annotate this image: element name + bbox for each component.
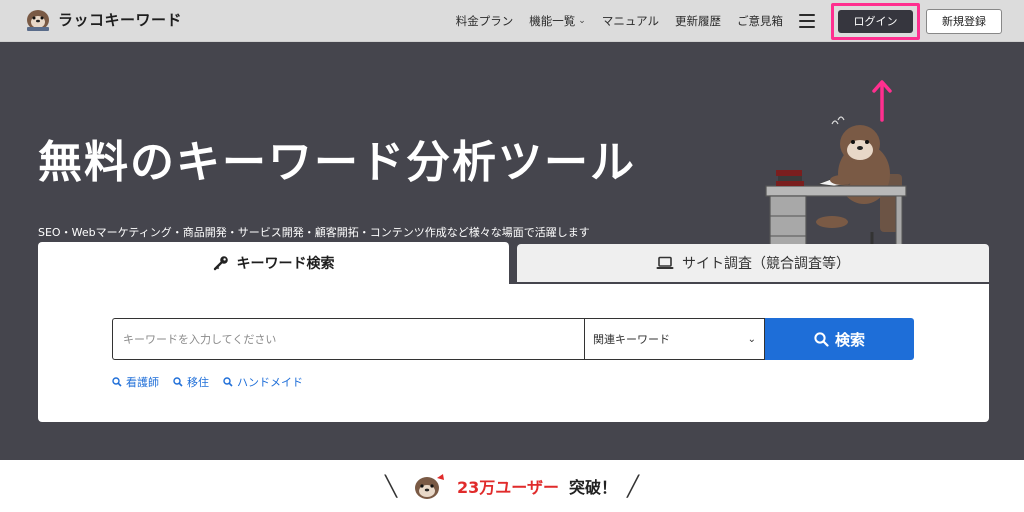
users-suffix: 突破！ (568, 478, 617, 497)
logo-text: ラッコキーワード (58, 10, 183, 29)
nav-feedback-label: ご意見箱 (737, 14, 783, 28)
suggestion-label: 移住 (187, 376, 209, 389)
login-button[interactable]: ログイン (838, 9, 913, 33)
site-logo[interactable]: ラッコキーワード (24, 6, 182, 32)
key-icon (213, 256, 228, 271)
otter-logo-icon (27, 10, 49, 31)
search-card: 関連キーワード ⌄ 検索 看護師 移住 ハンドメイド (38, 284, 989, 422)
nav-changelog-label: 更新履歴 (675, 14, 721, 28)
site-header: ラッコキーワード 料金プラン 機能一覧 ⌄ マニュアル 更新履歴 ご意見箱 ログイ… (0, 0, 1024, 42)
hamburger-menu-icon[interactable] (799, 14, 815, 28)
nav-feedback[interactable]: ご意見箱 (737, 13, 783, 29)
suggestion-label: 看護師 (126, 376, 159, 389)
search-icon (223, 377, 233, 387)
header-nav: 料金プラン 機能一覧 ⌄ マニュアル 更新履歴 ご意見箱 ログイン 新規登録 (440, 0, 1024, 42)
suggestion-link[interactable]: ハンドメイド (223, 374, 303, 390)
suggestion-label: ハンドメイド (237, 376, 303, 389)
suggestion-link[interactable]: 移住 (173, 374, 209, 390)
search-form: 関連キーワード ⌄ 検索 (112, 318, 914, 360)
otter-logo-icon (415, 474, 445, 499)
nav-changelog[interactable]: 更新履歴 (675, 13, 721, 29)
search-button[interactable]: 検索 (765, 318, 914, 360)
nav-manual[interactable]: マニュアル (602, 13, 659, 29)
tab-keyword-label: キーワード検索 (236, 256, 335, 272)
register-button[interactable]: 新規登録 (926, 8, 1002, 34)
tab-site-label: サイト調査（競合調査等） (682, 256, 850, 272)
hero-subtitle: SEO・Webマーケティング・商品開発・サービス開発・顧客開拓・コンテンツ作成な… (38, 226, 590, 239)
search-icon (814, 331, 829, 347)
search-button-label: 検索 (834, 330, 865, 349)
tab-site-research[interactable]: サイト調査（競合調査等） (517, 244, 989, 282)
chevron-down-icon: ⌄ (578, 16, 586, 26)
search-icon (173, 377, 183, 387)
decorative-slash: ╲ (384, 474, 398, 498)
tab-keyword-search[interactable]: キーワード検索 (38, 242, 509, 284)
nav-features-label: 機能一覧 (529, 14, 576, 28)
laptop-icon (656, 256, 674, 269)
suggestion-link[interactable]: 看護師 (112, 374, 159, 390)
decorative-slash: ╱ (626, 474, 640, 498)
search-input[interactable] (112, 318, 584, 360)
users-count: 23万ユーザー (457, 478, 559, 497)
search-type-value: 関連キーワード (593, 333, 670, 346)
nav-pricing-label: 料金プラン (455, 14, 514, 28)
nav-features[interactable]: 機能一覧 ⌄ (529, 13, 586, 29)
otter-mascot-illustration (765, 116, 907, 257)
chevron-down-icon: ⌄ (747, 333, 756, 345)
users-banner: ╲ 23万ユーザー 突破！ ╱ (0, 460, 1024, 512)
hero-title: 無料のキーワード分析ツール (38, 137, 636, 188)
login-highlight-box: ログイン (831, 2, 920, 40)
nav-manual-label: マニュアル (601, 14, 659, 28)
search-icon (112, 377, 122, 387)
search-type-select[interactable]: 関連キーワード ⌄ (584, 318, 765, 360)
suggested-keywords: 看護師 移住 ハンドメイド (112, 374, 303, 390)
nav-pricing[interactable]: 料金プラン (456, 13, 514, 29)
